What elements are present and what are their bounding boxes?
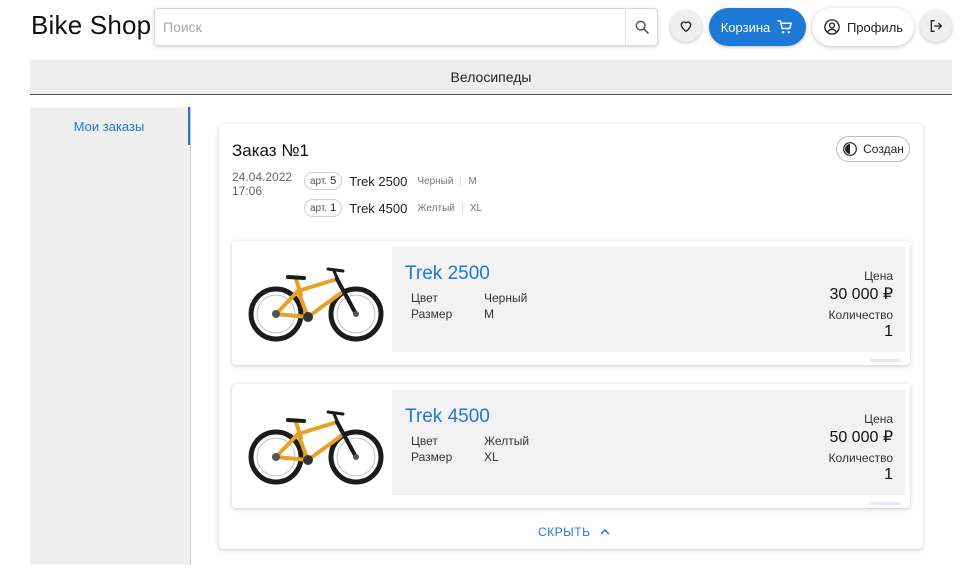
product-name-link[interactable]: Trek 2500: [405, 263, 490, 285]
heart-icon: [680, 21, 692, 32]
bicycle-icon: [248, 410, 384, 485]
status-label: Создан: [863, 142, 904, 156]
order-title: Заказ №1: [232, 141, 310, 160]
favorites-button[interactable]: [670, 10, 702, 42]
product-name-link[interactable]: Trek 4500: [405, 406, 490, 428]
color-value: Желтый: [484, 434, 530, 448]
size-label: Размер: [411, 450, 453, 464]
search-icon: [635, 20, 649, 34]
card-indicator: [870, 359, 900, 362]
summary-item-size: M: [460, 175, 483, 187]
order-summary-row: арт. 5 Trek 2500 Черный M: [304, 171, 484, 191]
price-label: Цена: [864, 412, 893, 426]
bicycle-icon: [248, 267, 384, 342]
card-indicator: [870, 502, 900, 505]
sku-chip: арт. 5: [304, 172, 343, 190]
quantity-value: 1: [884, 466, 893, 483]
profile-label: Профиль: [846, 19, 904, 35]
category-nav: Велосипеды: [30, 59, 952, 95]
order-datetime: 24.04.2022 17:06: [232, 170, 292, 198]
color-label: Цвет: [411, 434, 438, 448]
order-date: 24.04.2022: [232, 170, 293, 184]
quantity-label: Количество: [828, 308, 893, 322]
profile-button[interactable]: Профиль: [812, 8, 914, 46]
account-icon: [824, 19, 840, 35]
size-value: XL: [484, 450, 499, 464]
search-input[interactable]: [155, 9, 625, 45]
quantity-value: 1: [884, 323, 893, 340]
hide-button[interactable]: СКРЫТЬ: [538, 525, 611, 539]
summary-item-name: Trek 2500: [349, 173, 408, 189]
logout-icon: [930, 20, 942, 32]
summary-item-color: Черный: [417, 175, 454, 187]
status-badge: Создан: [836, 136, 910, 162]
price-value: 30 000 ₽: [829, 286, 893, 303]
app-logo[interactable]: Bike Shop: [31, 10, 151, 41]
size-label: Размер: [411, 307, 453, 321]
product-image[interactable]: [246, 400, 386, 488]
sidebar: Мои заказы: [30, 107, 191, 565]
sidebar-item-my-orders[interactable]: Мои заказы: [30, 107, 190, 145]
sku-chip: арт. 1: [304, 199, 343, 217]
cart-label: Корзина: [720, 19, 771, 35]
quantity-label: Количество: [828, 451, 893, 465]
product-card: Trek 4500 Цвет Желтый Размер XL Цена 50 …: [232, 384, 910, 508]
nav-item-bicycles[interactable]: Велосипеды: [451, 69, 532, 85]
product-info: Trek 4500 Цвет Желтый Размер XL Цена 50 …: [392, 390, 905, 495]
color-value: Черный: [484, 291, 528, 305]
sidebar-item-label: Мои заказы: [73, 119, 145, 134]
product-info: Trek 2500 Цвет Черный Размер M Цена 30 0…: [392, 247, 905, 352]
summary-item-color: Желтый: [417, 202, 455, 214]
price-value: 50 000 ₽: [829, 429, 893, 446]
search-bar: [154, 8, 658, 46]
order-summary-row: арт. 1 Trek 4500 Желтый XL: [304, 198, 489, 218]
summary-item-name: Trek 4500: [349, 200, 408, 216]
price-label: Цена: [864, 269, 893, 283]
color-label: Цвет: [411, 291, 438, 305]
cart-icon: [777, 20, 793, 34]
search-button[interactable]: [625, 9, 657, 45]
logout-button[interactable]: [920, 10, 952, 42]
order-time: 17:06: [232, 184, 263, 198]
product-card: Trek 2500 Цвет Черный Размер M Цена 30 0…: [232, 241, 910, 365]
cart-button[interactable]: Корзина: [709, 8, 806, 46]
hide-label: СКРЫТЬ: [538, 525, 591, 539]
order-card: Заказ №1 Создан 24.04.2022 17:06 арт. 5 T…: [219, 124, 923, 549]
product-image[interactable]: [246, 257, 386, 345]
summary-item-size: XL: [461, 202, 489, 214]
chevron-up-icon: [600, 529, 609, 535]
status-icon: [843, 142, 858, 156]
size-value: M: [484, 307, 494, 321]
